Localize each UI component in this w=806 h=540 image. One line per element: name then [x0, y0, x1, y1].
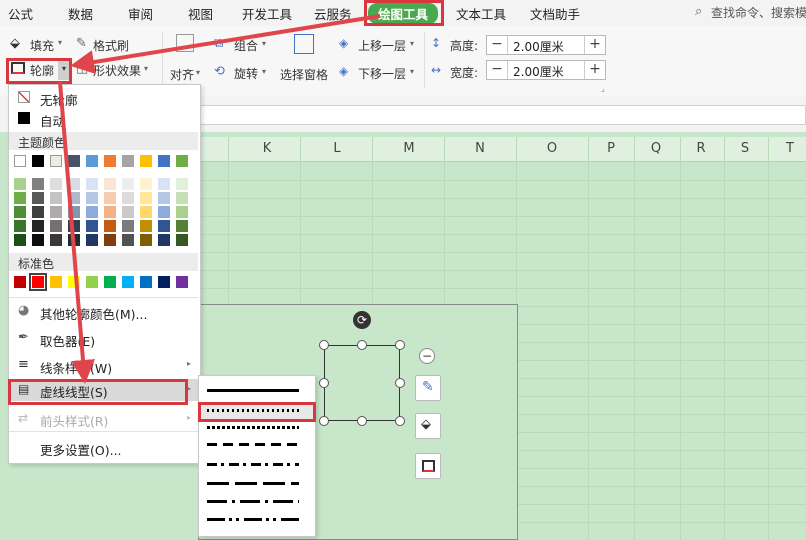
arrow-to-dash-type	[58, 81, 95, 384]
annotation-arrows	[58, 14, 381, 384]
arrow-to-outline	[70, 14, 381, 74]
